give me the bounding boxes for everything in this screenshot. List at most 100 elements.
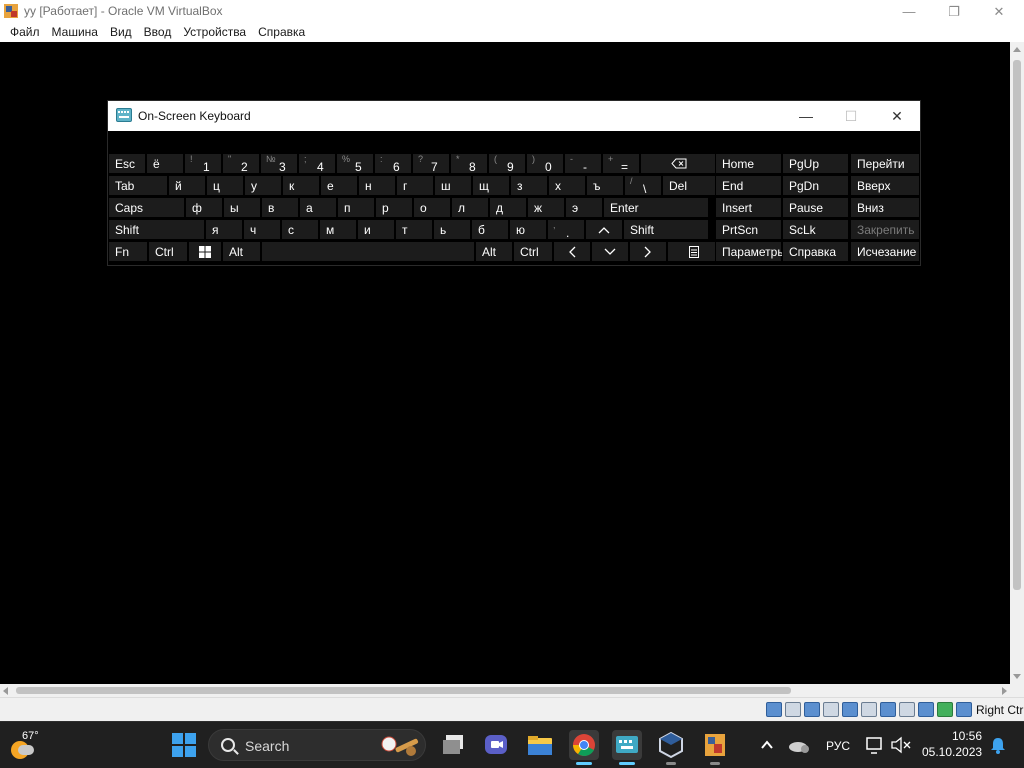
key-я[interactable]: я: [205, 219, 243, 240]
search-box[interactable]: Search: [208, 729, 426, 761]
start-icon[interactable]: [169, 730, 199, 760]
key-к[interactable]: к: [282, 175, 320, 196]
horizontal-scroll-thumb[interactable]: [16, 687, 791, 694]
key-ь[interactable]: ь: [433, 219, 471, 240]
key-в[interactable]: в: [261, 197, 299, 218]
key-ю[interactable]: ю: [509, 219, 547, 240]
hard-disk-icon[interactable]: [766, 702, 782, 717]
menu-help[interactable]: Справка: [252, 23, 311, 42]
key-щ[interactable]: щ: [472, 175, 510, 196]
key-nav-0-0[interactable]: Home: [715, 153, 782, 174]
key-=[interactable]: + =: [602, 153, 640, 174]
key-п[interactable]: п: [337, 197, 375, 218]
menu-devices[interactable]: Устройства: [177, 23, 252, 42]
key-shift[interactable]: Shift: [108, 219, 205, 240]
key-б[interactable]: б: [471, 219, 509, 240]
key-3[interactable]: № 3: [260, 153, 298, 174]
optical-drive-icon[interactable]: [785, 702, 801, 717]
key-ы[interactable]: ы: [223, 197, 261, 218]
scroll-up-arrow-icon[interactable]: [1013, 47, 1021, 52]
menu-file[interactable]: Файл: [4, 23, 46, 42]
volume-muted-icon[interactable]: [888, 730, 914, 760]
osk-side-button-1[interactable]: Вверх: [850, 175, 920, 196]
keyboard-capture-icon[interactable]: [956, 702, 972, 717]
scroll-left-arrow-icon[interactable]: [3, 687, 8, 695]
key-й[interactable]: й: [168, 175, 206, 196]
key-.[interactable]: ,.: [547, 219, 585, 240]
osk-side-button-0[interactable]: Перейти: [850, 153, 920, 174]
recording-icon[interactable]: [899, 702, 915, 717]
osk-title-bar[interactable]: On-Screen Keyboard — ☐ ✕: [108, 101, 920, 131]
menu-view[interactable]: Вид: [104, 23, 138, 42]
vertical-scroll-thumb[interactable]: [1013, 60, 1021, 590]
meet-icon[interactable]: [481, 730, 511, 760]
menu-input[interactable]: Ввод: [138, 23, 178, 42]
key-2[interactable]: " 2: [222, 153, 260, 174]
key-а[interactable]: а: [299, 197, 337, 218]
key-9[interactable]: (9: [488, 153, 526, 174]
key-down[interactable]: [591, 241, 629, 262]
key-л[interactable]: л: [451, 197, 489, 218]
key-esc[interactable]: Esc: [108, 153, 146, 174]
close-button[interactable]: ✕: [976, 0, 1022, 23]
key-nav-2-1[interactable]: Pause: [782, 197, 849, 218]
key-с[interactable]: с: [281, 219, 319, 240]
display-icon[interactable]: [880, 702, 896, 717]
scroll-down-arrow-icon[interactable]: [1013, 674, 1021, 679]
key-т[interactable]: т: [395, 219, 433, 240]
file-explorer-icon[interactable]: [525, 730, 555, 760]
key-ш[interactable]: ш: [434, 175, 472, 196]
osk-close-button[interactable]: ✕: [874, 101, 920, 131]
key-windows[interactable]: [188, 241, 222, 262]
key-ё[interactable]: ё: [146, 153, 184, 174]
usb-icon[interactable]: [842, 702, 858, 717]
network-icon[interactable]: [823, 702, 839, 717]
key-nav-3-1[interactable]: ScLk: [782, 219, 849, 240]
key-ч[interactable]: ч: [243, 219, 281, 240]
virtualbox-vm-taskbar-button[interactable]: [700, 730, 730, 765]
on-screen-keyboard-taskbar-button[interactable]: [612, 730, 642, 765]
minimize-button[interactable]: —: [886, 0, 932, 23]
osk-side-button-2[interactable]: Вниз: [850, 197, 920, 218]
key-alt[interactable]: Alt: [222, 241, 261, 262]
key-о[interactable]: о: [413, 197, 451, 218]
key-х[interactable]: х: [548, 175, 586, 196]
key-enter[interactable]: Enter: [603, 197, 709, 218]
key-tab[interactable]: Tab: [108, 175, 168, 196]
key-backspace[interactable]: [640, 153, 718, 174]
virtualbox-title-bar[interactable]: уу [Работает] - Oracle VM VirtualBox — ❐…: [0, 0, 1024, 23]
audio-icon[interactable]: [804, 702, 820, 717]
key-\[interactable]: / \: [624, 175, 662, 196]
key-г[interactable]: г: [396, 175, 434, 196]
osk-side-button-4[interactable]: Исчезание: [850, 241, 920, 262]
key-д[interactable]: д: [489, 197, 527, 218]
key-0[interactable]: ) 0: [526, 153, 564, 174]
key-up[interactable]: [585, 219, 623, 240]
key-nav-2-0[interactable]: Insert: [715, 197, 782, 218]
key-ж[interactable]: ж: [527, 197, 565, 218]
key-1[interactable]: ! 1: [184, 153, 222, 174]
key-fn[interactable]: Fn: [108, 241, 148, 262]
key-ц[interactable]: ц: [206, 175, 244, 196]
chrome-taskbar-button[interactable]: [569, 730, 599, 765]
key-nav-1-1[interactable]: PgDn: [782, 175, 849, 196]
vertical-scrollbar[interactable]: [1010, 42, 1024, 684]
key-nav-1-0[interactable]: End: [715, 175, 782, 196]
key-з[interactable]: з: [510, 175, 548, 196]
key-shift[interactable]: Shift: [623, 219, 709, 240]
task-view-icon[interactable]: [438, 730, 468, 760]
shared-folders-icon[interactable]: [861, 702, 877, 717]
key-space[interactable]: [261, 241, 475, 262]
key-5[interactable]: % 5: [336, 153, 374, 174]
key-е[interactable]: е: [320, 175, 358, 196]
key-nav-3-0[interactable]: PrtScn: [715, 219, 782, 240]
input-language[interactable]: РУС: [826, 739, 850, 753]
key--[interactable]: --: [564, 153, 602, 174]
key-р[interactable]: р: [375, 197, 413, 218]
key-у[interactable]: у: [244, 175, 282, 196]
key-7[interactable]: ? 7: [412, 153, 450, 174]
key-ф[interactable]: ф: [185, 197, 223, 218]
key-н[interactable]: н: [358, 175, 396, 196]
key-nav-0-1[interactable]: PgUp: [782, 153, 849, 174]
key-э[interactable]: э: [565, 197, 603, 218]
